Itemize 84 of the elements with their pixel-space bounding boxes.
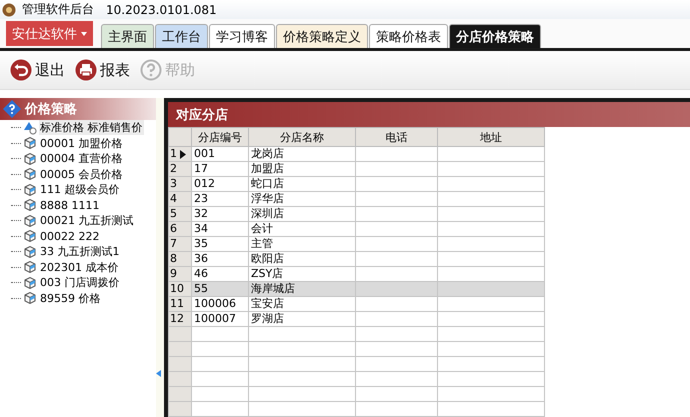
undo-icon — [10, 59, 32, 81]
box-icon — [23, 214, 37, 228]
box-icon — [23, 167, 37, 182]
box-icon — [23, 136, 37, 150]
column-header[interactable]: 地址 — [438, 128, 544, 146]
tree-item[interactable]: 标准价格 标准销售价 — [39, 120, 144, 136]
table-cell: 46 — [192, 266, 248, 282]
column-header[interactable]: 分店名称 — [248, 128, 356, 146]
table-cell: 55 — [192, 282, 248, 296]
tab[interactable]: 学习博客 — [209, 24, 275, 48]
table-cell: 100007 — [192, 312, 248, 326]
menu-button[interactable]: 安仕达软件 — [6, 21, 93, 46]
tree-item[interactable]: 00005 会员价格 — [39, 166, 124, 182]
toolbar-button[interactable]: 报表 — [75, 59, 130, 81]
table-cell: 35 — [192, 236, 248, 252]
version-text: 10.2023.0101.081 — [106, 2, 217, 16]
tab[interactable]: 工作台 — [155, 24, 208, 48]
toolbar-button[interactable]: 退出 — [10, 59, 65, 81]
row-number: 1 — [170, 147, 177, 161]
box-icon — [23, 276, 37, 290]
table-cell: 欧阳店 — [248, 252, 356, 266]
tree-item[interactable]: 00001 加盟价格 — [39, 136, 124, 151]
tree-item[interactable]: 00022 222 — [39, 230, 100, 243]
table-cell: 罗湖店 — [248, 312, 356, 326]
tab[interactable]: 主界面 — [101, 24, 154, 48]
table-cell: 100006 — [192, 296, 248, 312]
table-cell: 012 — [192, 176, 248, 192]
box-icon — [23, 152, 37, 166]
row-number: 11 — [170, 297, 184, 311]
tree-item[interactable]: 89559 价格 — [39, 290, 102, 306]
box-icon — [23, 260, 37, 274]
table-cell: 龙岗店 — [248, 146, 356, 162]
sidebar-title: 价格策略 — [25, 101, 77, 118]
table-cell: 23 — [192, 192, 248, 206]
table-cell: 加盟店 — [248, 162, 356, 176]
box-icon — [23, 291, 37, 306]
tab[interactable]: 策略价格表 — [369, 24, 448, 48]
tab[interactable]: 分店价格策略 — [449, 24, 541, 48]
collapse-arrow-icon[interactable] — [156, 370, 161, 377]
tree-item[interactable]: 33 九五折测试1 — [39, 244, 120, 260]
table-cell: 34 — [192, 222, 248, 236]
tree-item[interactable]: 003 门店调拨价 — [39, 275, 120, 290]
table-cell: 主管 — [248, 236, 356, 252]
help-icon — [140, 59, 162, 81]
help-icon — [3, 100, 21, 118]
table-cell: 深圳店 — [248, 206, 356, 222]
app-icon — [2, 2, 16, 16]
window-title: 管理软件后台 — [22, 1, 94, 18]
table-cell: 17 — [192, 162, 248, 176]
box-icon — [23, 182, 37, 197]
shapes-icon — [23, 120, 37, 135]
tree-item[interactable]: 00004 直营价格 — [39, 151, 124, 166]
column-header[interactable]: 电话 — [356, 128, 438, 146]
box-icon — [23, 244, 37, 259]
tree-item[interactable]: 202301 成本价 — [39, 260, 120, 275]
row-number: 2 — [170, 162, 177, 176]
table-cell: 海岸城店 — [248, 282, 356, 296]
row-number: 3 — [170, 177, 177, 191]
row-number: 12 — [170, 312, 184, 326]
caret-icon — [81, 32, 87, 36]
table-cell: 001 — [192, 146, 248, 162]
row-number: 8 — [170, 252, 177, 266]
row-number: 5 — [170, 207, 177, 221]
row-number: 4 — [170, 192, 177, 206]
box-icon — [23, 229, 37, 244]
column-header[interactable]: 分店编号 — [192, 128, 248, 146]
box-icon — [23, 198, 37, 212]
table-cell: 浮华店 — [248, 192, 356, 206]
table-cell: 宝安店 — [248, 296, 356, 312]
row-number: 9 — [170, 267, 177, 281]
tree-item[interactable]: 8888 1111 — [39, 198, 100, 212]
tree-item[interactable]: 111 超级会员价 — [39, 182, 120, 198]
table-cell: 会计 — [248, 222, 356, 236]
table-cell: 32 — [192, 206, 248, 222]
table-cell: ZSY店 — [248, 266, 356, 282]
row-number: 7 — [170, 237, 177, 251]
tree-item[interactable]: 00021 九五折测试 — [39, 213, 134, 228]
row-number: 10 — [170, 282, 184, 296]
row-number: 6 — [170, 222, 177, 236]
table-cell: 蛇口店 — [248, 176, 356, 192]
printer-icon — [75, 59, 97, 81]
table-cell: 36 — [192, 252, 248, 266]
tab[interactable]: 价格策略定义 — [276, 24, 368, 48]
panel-header: 对应分店 — [168, 102, 690, 127]
